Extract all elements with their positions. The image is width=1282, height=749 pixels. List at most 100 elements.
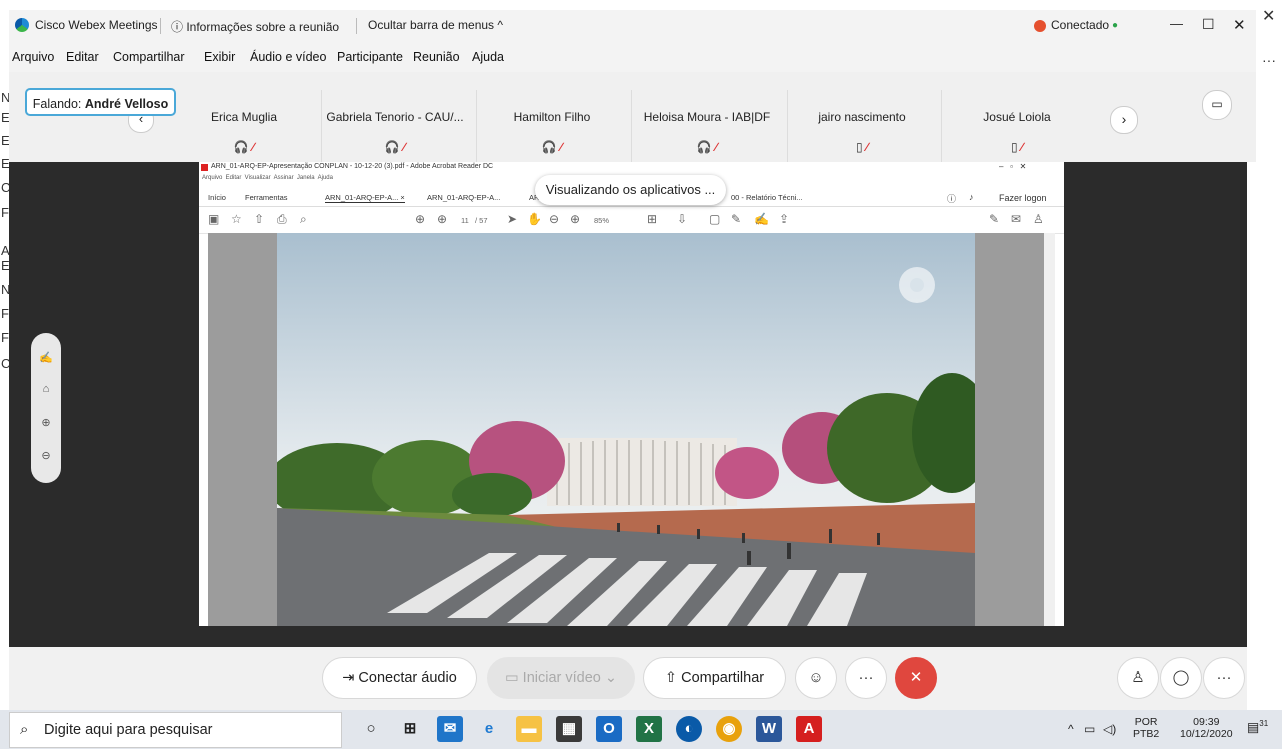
upload-icon[interactable]: ⇧ (254, 212, 264, 226)
sign-icon[interactable]: ✍ (754, 212, 769, 226)
menu-ajuda[interactable]: Ajuda (472, 50, 504, 64)
connect-audio-button[interactable]: ⇥ Conectar áudio (322, 657, 477, 699)
chrome-icon[interactable]: ◉ (716, 716, 742, 742)
menu-exibir[interactable]: Exibir (204, 50, 235, 64)
file-explorer-icon[interactable]: ▬ (516, 716, 542, 742)
cortana-icon[interactable]: ○ (358, 716, 384, 742)
menu-reuniao[interactable]: Reunião (413, 50, 460, 64)
tab-relatorio[interactable]: 00 - Relatório Técni... (731, 193, 803, 202)
scroll-mode-icon[interactable]: ⇩ (677, 212, 687, 226)
muted-mic-icon: ∕ (715, 140, 718, 154)
maximize-button[interactable]: ☐ (1202, 16, 1215, 33)
meeting-info-link[interactable]: ⓘ Informações sobre a reunião (171, 18, 339, 35)
zoom-out-icon[interactable]: ⊖ (549, 212, 559, 226)
task-view-icon[interactable]: ⊞ (397, 716, 423, 742)
hand-tool-icon[interactable]: ✋ (527, 212, 542, 226)
excel-icon[interactable]: X (636, 716, 662, 742)
volume-icon[interactable]: ◁) (1103, 722, 1116, 736)
page-number[interactable]: 11 (461, 216, 469, 225)
tab-document[interactable]: ARN_01-ARQ-EP-A... (427, 193, 500, 202)
zoom-out-icon[interactable]: ⊖ (31, 449, 61, 462)
edge-icon[interactable]: e (476, 716, 502, 742)
annotate-icon[interactable]: ✍ (31, 351, 61, 364)
menu-arquivo[interactable]: Arquivo (12, 50, 54, 64)
zoom-in-icon[interactable]: ⊕ (570, 212, 580, 226)
fit-page-icon[interactable]: ⊞ (647, 212, 657, 226)
status-dot-icon: ● (1112, 20, 1119, 31)
more-panels-button[interactable]: ··· (1203, 657, 1245, 699)
mail-icon[interactable]: ✉ (437, 716, 463, 742)
background-close-icon[interactable]: ✕ (1262, 6, 1275, 26)
strip-next-button[interactable]: › (1110, 106, 1138, 134)
add-user-icon[interactable]: ♙ (1033, 212, 1044, 226)
more-options-button[interactable]: ··· (845, 657, 887, 699)
tab-ferramentas[interactable]: Ferramentas (245, 193, 288, 202)
outlook-icon[interactable]: O (596, 716, 622, 742)
acrobat-window-controls[interactable]: – ▫ ✕ (999, 162, 1026, 171)
participants-panel-button[interactable]: ♙ (1117, 657, 1159, 699)
store-icon[interactable]: ▦ (556, 716, 582, 742)
zoom-level[interactable]: 85% (594, 216, 609, 225)
participant-tile[interactable]: Gabriela Tenorio - CAU/... 🎧 ∕ (322, 90, 468, 162)
acrobat-taskbar-icon[interactable]: A (796, 716, 822, 742)
zoom-search-icon[interactable]: ⌕ (300, 212, 307, 227)
leave-meeting-button[interactable]: ✕ (895, 657, 937, 699)
participant-tile[interactable]: jairo nascimento ▯ ∕ (789, 90, 935, 162)
pen-icon[interactable]: ✎ (731, 212, 741, 226)
taskbar-search-box[interactable]: ⌕ Digite aqui para pesquisar (9, 712, 342, 748)
tab-document-active[interactable]: ARN_01-ARQ-EP-A... × (325, 193, 405, 203)
participant-name: Josué Loiola (983, 110, 1051, 124)
email-icon[interactable]: ✉ (1011, 212, 1021, 226)
participant-tile[interactable]: Heloisa Moura - IAB|DF 🎧 ∕ (634, 90, 780, 162)
background-text: F (1, 205, 9, 220)
save-icon[interactable]: ▣ (208, 212, 219, 226)
participant-tile[interactable]: Josué Loiola ▯ ∕ (944, 90, 1090, 162)
bell-icon[interactable]: ♪ (969, 192, 974, 202)
close-button[interactable]: ✕ (1233, 16, 1246, 34)
muted-mic-icon: ∕ (1020, 140, 1023, 154)
language-indicator[interactable]: POR PTB2 (1133, 716, 1159, 740)
menu-audio-video[interactable]: Áudio e vídeo (250, 50, 326, 64)
chevron-down-icon[interactable]: ⌄ (601, 670, 617, 686)
acrobat-menu-items[interactable]: Arquivo Editar Visualizar Assinar Janela… (202, 175, 333, 181)
share-button[interactable]: ⇧ Compartilhar (643, 657, 786, 699)
chat-panel-button[interactable]: ◯ (1160, 657, 1202, 699)
acrobat-scrollbar[interactable] (1044, 233, 1055, 626)
phone-icon: ▯ ∕ (856, 140, 868, 154)
background-window-edge-right: ✕ ··· (1256, 0, 1282, 710)
menu-editar[interactable]: Editar (66, 50, 99, 64)
network-icon[interactable]: ▭ (1084, 722, 1095, 736)
remote-control-icon[interactable]: ⌂ (31, 383, 61, 395)
print-icon[interactable]: ⎙ (277, 212, 287, 227)
share-doc-icon[interactable]: ⇪ (779, 212, 789, 226)
page-up-icon[interactable]: ⊕ (415, 212, 425, 226)
active-speaker-label: Falando: André Velloso (25, 88, 176, 116)
start-video-button[interactable]: ▭ Iniciar vídeo ⌄ (487, 657, 635, 699)
tab-inicio[interactable]: Início (208, 193, 226, 202)
comment-icon[interactable]: ▢ (709, 212, 720, 226)
select-arrow-icon[interactable]: ➤ (507, 212, 517, 226)
fill-sign-icon[interactable]: ✎ (989, 212, 999, 226)
star-icon[interactable]: ☆ (231, 212, 242, 226)
participant-tile[interactable]: Erica Muglia 🎧 ∕ (171, 90, 317, 162)
chat-icon: ◯ (1172, 669, 1190, 686)
help-icon[interactable]: ⓘ (947, 192, 956, 205)
word-icon[interactable]: W (756, 716, 782, 742)
tray-overflow-icon[interactable]: ^ (1068, 722, 1074, 736)
menu-participante[interactable]: Participante (337, 50, 403, 64)
share-label: Compartilhar (681, 670, 765, 686)
login-link[interactable]: Fazer logon (999, 193, 1047, 203)
hide-menu-bar-link[interactable]: Ocultar barra de menus ^ (368, 18, 503, 32)
clock[interactable]: 09:39 10/12/2020 (1180, 716, 1233, 740)
participant-tile[interactable]: Hamilton Filho 🎧 ∕ (479, 90, 625, 162)
page-down-icon[interactable]: ⊕ (437, 212, 447, 226)
layout-icon[interactable]: ▭ (1202, 90, 1232, 120)
notifications-button[interactable]: ▤31 (1247, 719, 1268, 735)
webex-taskbar-icon[interactable]: ◐ (676, 716, 702, 742)
menu-compartilhar[interactable]: Compartilhar (113, 50, 185, 64)
zoom-in-icon[interactable]: ⊕ (31, 416, 61, 429)
minimize-button[interactable]: — (1170, 16, 1183, 31)
headset-icon: 🎧 ∕ (696, 140, 718, 154)
reactions-button[interactable]: ☺ (795, 657, 837, 699)
background-more-icon[interactable]: ··· (1262, 52, 1276, 68)
